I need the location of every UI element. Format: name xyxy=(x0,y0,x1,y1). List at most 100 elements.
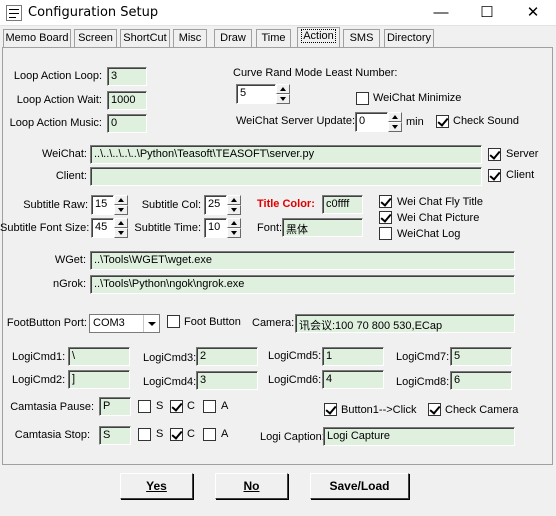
camtasia-pause-a-checkbox[interactable] xyxy=(203,400,216,413)
weichat-log-checkbox[interactable] xyxy=(379,227,392,240)
camtasia-pause-s-checkbox[interactable] xyxy=(138,400,151,413)
close-icon: ✕ xyxy=(526,4,540,21)
logicmd4-field[interactable]: 3 xyxy=(196,371,258,390)
spin-up-icon[interactable] xyxy=(114,195,128,205)
server-checkbox[interactable] xyxy=(488,148,501,161)
spin-up-icon[interactable] xyxy=(227,218,241,228)
logicmd6-field[interactable]: 4 xyxy=(322,370,384,389)
spin-up-icon[interactable] xyxy=(276,84,290,94)
tab-directory[interactable]: Directory xyxy=(384,29,434,47)
title-color-field[interactable]: c0ffff xyxy=(322,195,363,214)
check-sound-checkbox[interactable] xyxy=(436,115,449,128)
loop-action-loop-field[interactable]: 3 xyxy=(107,67,147,86)
subtitle-time-spinner[interactable] xyxy=(227,218,241,238)
camtasia-stop-s-checkbox[interactable] xyxy=(138,428,151,441)
button1-click-checkbox[interactable] xyxy=(324,403,337,416)
camtasia-stop-c-label: C xyxy=(187,428,195,440)
loop-action-music-field[interactable]: 0 xyxy=(107,114,147,133)
title-color-label: Title Color: xyxy=(257,198,315,210)
subtitle-col-label: Subtitle Col: xyxy=(141,199,201,211)
logicmd3-field[interactable]: 2 xyxy=(196,347,258,366)
wei-chat-fly-title-checkbox[interactable] xyxy=(379,195,392,208)
weichat-server-update-spinner[interactable] xyxy=(388,112,402,132)
subtitle-font-size-spinner[interactable] xyxy=(114,218,128,238)
tab-memo-board[interactable]: Memo Board xyxy=(3,29,71,47)
logi-caption-field[interactable]: Logi Capture xyxy=(323,427,515,446)
wget-path-field[interactable]: ..\Tools\WGET\wget.exe xyxy=(90,251,515,270)
maximize-button[interactable]: ☐ xyxy=(464,0,510,26)
camtasia-stop-field[interactable]: S xyxy=(99,426,131,445)
no-button[interactable]: No xyxy=(215,473,288,499)
logicmd5-field[interactable]: 1 xyxy=(322,347,384,366)
spin-up-icon[interactable] xyxy=(388,112,402,122)
save-load-button[interactable]: Save/Load xyxy=(310,473,409,499)
spin-down-icon[interactable] xyxy=(227,205,241,215)
weichat-server-update-field[interactable]: 0 xyxy=(355,112,388,132)
subtitle-font-size-field[interactable]: 45 xyxy=(91,218,114,238)
camtasia-stop-a-label: A xyxy=(221,428,229,440)
logicmd5-label: LogiCmd5: xyxy=(268,350,322,362)
tab-draw[interactable]: Draw xyxy=(214,29,252,47)
logicmd8-field[interactable]: 6 xyxy=(450,371,512,390)
tab-misc[interactable]: Misc xyxy=(173,29,207,47)
camtasia-stop-c-checkbox[interactable] xyxy=(170,428,183,441)
tab-time[interactable]: Time xyxy=(256,29,291,47)
camtasia-stop-a-checkbox[interactable] xyxy=(203,428,216,441)
weichat-server-update-label: WeiChat Server Update: xyxy=(236,115,356,127)
ngrok-path-field[interactable]: ..\Tools\Python\ngok\ngrok.exe xyxy=(90,275,515,294)
logicmd6-label: LogiCmd6: xyxy=(268,374,322,386)
tab-sms[interactable]: SMS xyxy=(343,29,380,47)
spin-down-icon[interactable] xyxy=(114,228,128,238)
subtitle-col-field[interactable]: 25 xyxy=(204,195,227,215)
camera-field[interactable]: 讯会议:100 70 800 530,ECap xyxy=(295,314,515,333)
curve-rand-mode-field[interactable]: 5 xyxy=(236,84,276,104)
loop-action-wait-field[interactable]: 1000 xyxy=(107,91,147,110)
maximize-icon: ☐ xyxy=(480,4,494,21)
subtitle-col-spinner[interactable] xyxy=(227,195,241,215)
client-checkbox[interactable] xyxy=(488,169,501,182)
foot-button-checkbox[interactable] xyxy=(167,315,180,328)
spin-up-icon[interactable] xyxy=(227,195,241,205)
weichat-path-field[interactable]: ..\..\..\..\..\Python\Teasoft\TEASOFT\se… xyxy=(90,145,482,164)
footbutton-port-combo[interactable]: COM3 xyxy=(89,314,160,333)
spin-up-icon[interactable] xyxy=(114,218,128,228)
chevron-down-icon[interactable] xyxy=(143,315,159,332)
subtitle-raw-spinner[interactable] xyxy=(114,195,128,215)
subtitle-time-field[interactable]: 10 xyxy=(204,218,227,238)
tab-shortcut[interactable]: ShortCut xyxy=(120,29,170,47)
close-button[interactable]: ✕ xyxy=(510,0,556,26)
logicmd7-field[interactable]: 5 xyxy=(450,347,512,366)
logicmd7-label: LogiCmd7: xyxy=(396,351,450,363)
spin-down-icon[interactable] xyxy=(388,122,402,132)
check-camera-label: Check Camera xyxy=(445,404,519,416)
font-field[interactable]: 黑体 xyxy=(282,218,363,237)
yes-button[interactable]: Yes xyxy=(120,473,193,499)
logicmd2-field[interactable]: ] xyxy=(68,370,130,389)
curve-rand-mode-spinner[interactable] xyxy=(276,84,290,104)
client-path-field[interactable] xyxy=(90,167,482,186)
wei-chat-picture-label: Wei Chat Picture xyxy=(397,212,480,224)
curve-rand-mode-label: Curve Rand Mode Least Number: xyxy=(233,67,398,79)
camtasia-pause-a-label: A xyxy=(221,400,229,412)
loop-action-music-label: Loop Action Music: xyxy=(9,117,102,129)
wei-chat-picture-checkbox[interactable] xyxy=(379,211,392,224)
logi-caption-label: Logi Caption: xyxy=(260,431,325,443)
camtasia-pause-c-label: C xyxy=(187,400,195,412)
tab-action[interactable]: Action xyxy=(297,27,340,47)
wget-label: WGet: xyxy=(54,254,86,266)
spin-down-icon[interactable] xyxy=(227,228,241,238)
subtitle-time-label: Subtitle Time: xyxy=(134,222,201,234)
logicmd8-label: LogiCmd8: xyxy=(396,376,450,388)
client-label: Client xyxy=(506,169,535,181)
tab-screen[interactable]: Screen xyxy=(74,29,117,47)
spin-down-icon[interactable] xyxy=(114,205,128,215)
weichat-minimize-checkbox[interactable] xyxy=(356,92,369,105)
check-camera-checkbox[interactable] xyxy=(428,403,441,416)
minimize-icon: — xyxy=(433,4,449,21)
camtasia-pause-c-checkbox[interactable] xyxy=(170,400,183,413)
spin-down-icon[interactable] xyxy=(276,94,290,104)
camtasia-pause-field[interactable]: P xyxy=(99,397,131,416)
minimize-button[interactable]: — xyxy=(418,0,464,26)
subtitle-raw-field[interactable]: 15 xyxy=(91,195,114,215)
logicmd1-field[interactable]: \ xyxy=(68,347,130,366)
